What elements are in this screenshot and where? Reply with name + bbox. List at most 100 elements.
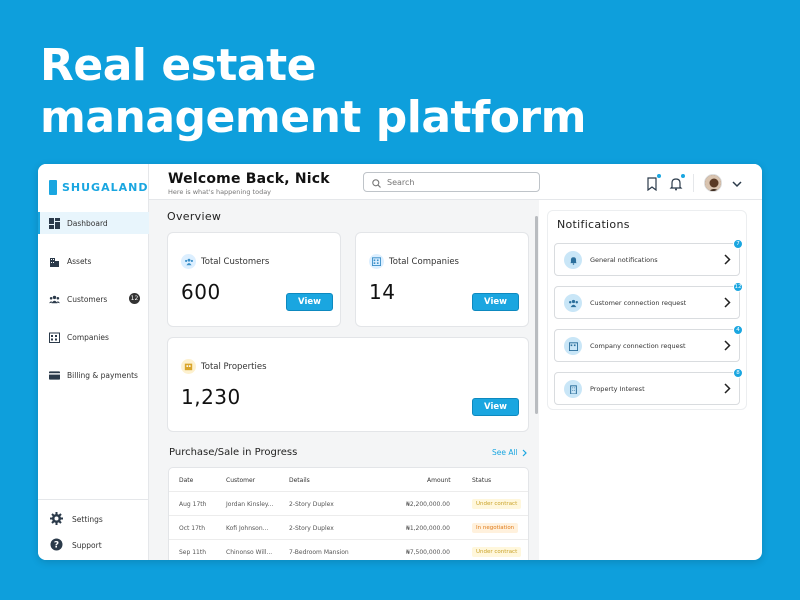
notification-dot	[680, 172, 686, 179]
row-amount: ₦1,200,000.00	[406, 525, 450, 532]
brand-logo[interactable]: SHUGALAND	[49, 180, 148, 195]
notifications-panel: Notifications General notifications 7 Cu…	[547, 210, 747, 410]
sidebar-item-label: Assets	[67, 256, 92, 266]
card-label: Total Companies	[389, 257, 459, 267]
users-icon	[181, 254, 196, 269]
sidebar-item-label: Dashboard	[67, 218, 108, 228]
row-date: Oct 17th	[179, 525, 206, 532]
card-value: 1,230	[181, 385, 241, 409]
sidebar-item-label: Customers	[67, 294, 108, 304]
chevron-right-icon	[724, 254, 731, 265]
svg-text:?: ?	[54, 540, 59, 550]
sidebar-item-label: Companies	[67, 332, 109, 342]
customers-count-badge: 12	[129, 293, 140, 304]
notification-customer-request[interactable]: Customer connection request 12	[554, 282, 743, 319]
property-icon	[181, 359, 196, 374]
building-icon	[49, 256, 60, 267]
status-badge: In negotiation	[472, 523, 519, 533]
sidebar-item-label: Billing & payments	[67, 370, 138, 380]
purchase-sale-heading: Purchase/Sale in Progress	[169, 447, 298, 458]
hero-line-1: Real estate	[40, 40, 316, 91]
chevron-down-icon[interactable]	[732, 173, 742, 192]
sidebar-item-companies[interactable]: Companies	[38, 326, 149, 348]
chevron-right-icon	[522, 449, 527, 456]
total-companies-card: Total Companies 14 View	[355, 232, 529, 327]
search-box[interactable]	[363, 172, 540, 192]
notification-count-badge: 12	[733, 282, 743, 292]
column-header: Date	[179, 477, 194, 484]
brand-name: SHUGALAND	[62, 181, 149, 194]
company-icon	[564, 337, 582, 355]
chevron-right-icon	[724, 297, 731, 308]
sidebar-nav: Dashboard Assets Customers 12 Companies	[38, 212, 149, 402]
see-all-label: See All	[492, 448, 518, 457]
avatar[interactable]	[704, 173, 722, 192]
building-icon	[564, 380, 582, 398]
notification-label: Customer connection request	[590, 299, 687, 307]
page-title: Welcome Back, Nick	[168, 171, 330, 187]
notification-general[interactable]: General notifications 7	[554, 239, 743, 276]
sidebar-item-customers[interactable]: Customers 12	[38, 288, 149, 310]
chevron-right-icon	[724, 340, 731, 351]
purchase-sale-table: Date Customer Details Amount Status Aug …	[168, 467, 529, 560]
column-header: Amount	[427, 477, 451, 484]
sidebar-item-billing[interactable]: Billing & payments	[38, 364, 149, 386]
main-content: Overview Total Customers 600 View Total …	[149, 200, 539, 560]
company-icon	[369, 254, 384, 269]
row-amount: ₦7,500,000.00	[406, 549, 450, 556]
bell-icon	[669, 177, 683, 190]
see-all-link[interactable]: See All	[492, 448, 527, 457]
row-details: 2-Story Duplex	[289, 525, 334, 532]
notification-dot	[656, 172, 662, 179]
sidebar-item-support[interactable]: ? Support	[38, 538, 149, 552]
company-icon	[49, 332, 60, 343]
notification-property-interest[interactable]: Property Interest 8	[554, 368, 743, 405]
status-badge: Under contract	[472, 547, 522, 557]
search-input[interactable]	[387, 177, 527, 187]
table-header-row: Date Customer Details Amount Status	[169, 468, 528, 492]
notification-count-badge: 4	[733, 325, 743, 335]
hero-line-2: management platform	[40, 92, 586, 143]
row-customer: Chinonso Will...	[226, 549, 273, 556]
view-properties-button[interactable]: View	[472, 398, 519, 416]
sidebar-item-label: Support	[72, 540, 102, 550]
table-row[interactable]: Oct 17th Kofi Johnson... 2-Story Duplex …	[169, 516, 528, 540]
sidebar: SHUGALAND Dashboard Assets Customers 12 …	[38, 164, 149, 560]
row-details: 7-Bedroom Mansion	[289, 549, 349, 556]
bell-button[interactable]	[669, 172, 686, 190]
total-properties-card: Total Properties 1,230 View	[167, 337, 529, 432]
bookmark-notification-button[interactable]	[645, 172, 662, 191]
view-companies-button[interactable]: View	[472, 293, 519, 311]
notification-count-badge: 7	[733, 239, 743, 249]
page-subtitle: Here is what's happening today	[168, 188, 272, 196]
table-row[interactable]: Aug 17th Jordan Kinsley... 2-Story Duple…	[169, 492, 528, 516]
status-badge: Under contract	[472, 499, 522, 509]
view-customers-button[interactable]: View	[286, 293, 333, 311]
card-value: 600	[181, 280, 221, 304]
column-header: Customer	[226, 477, 256, 484]
notification-company-request[interactable]: Company connection request 4	[554, 325, 743, 362]
help-icon: ?	[50, 538, 63, 553]
card-icon	[49, 370, 60, 381]
card-label: Total Customers	[201, 257, 270, 267]
row-amount: ₦2,200,000.00	[406, 501, 450, 508]
card-value: 14	[369, 280, 396, 304]
users-icon	[49, 294, 60, 305]
notifications-heading: Notifications	[557, 218, 630, 231]
row-date: Sep 11th	[179, 549, 207, 556]
notification-label: General notifications	[590, 256, 658, 264]
notification-label: Property Interest	[590, 385, 645, 393]
main-scrollbar[interactable]	[535, 216, 538, 414]
sidebar-item-dashboard[interactable]: Dashboard	[38, 212, 149, 234]
dashboard-icon	[49, 217, 60, 229]
top-header: Welcome Back, Nick Here is what's happen…	[149, 164, 762, 200]
sidebar-item-settings[interactable]: Settings	[38, 511, 149, 526]
sidebar-bottom: Settings ? Support	[38, 499, 149, 560]
header-divider	[693, 173, 694, 192]
chevron-right-icon	[724, 383, 731, 394]
row-date: Aug 17th	[179, 501, 207, 508]
row-customer: Kofi Johnson...	[226, 525, 269, 532]
sidebar-item-assets[interactable]: Assets	[38, 250, 149, 272]
table-row[interactable]: Sep 11th Chinonso Will... 7-Bedroom Mans…	[169, 540, 528, 560]
sidebar-item-label: Settings	[72, 514, 103, 524]
